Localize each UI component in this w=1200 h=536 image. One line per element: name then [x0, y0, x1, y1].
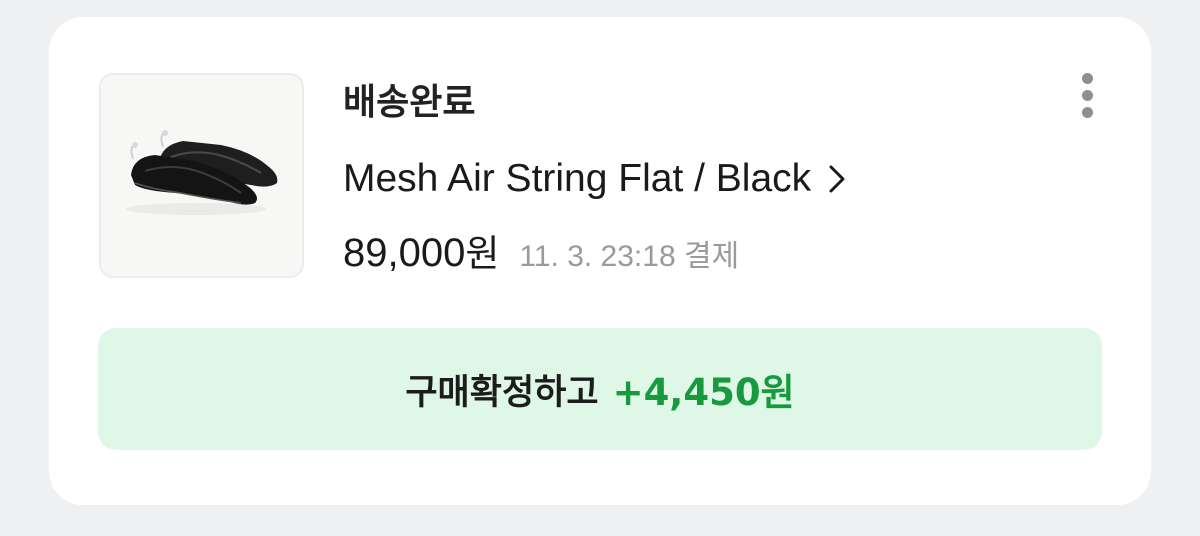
chevron-right-icon: [829, 165, 845, 193]
reward-points: +4,450원: [612, 371, 795, 414]
price-amount: 89,000: [343, 231, 466, 275]
confirm-purchase-button[interactable]: 구매확정하고 +4,450원: [98, 328, 1102, 450]
product-name: Mesh Air String Flat / Black: [343, 157, 812, 200]
shoe-image: [126, 130, 278, 215]
payment-datetime: 11. 3. 23:18 결제: [519, 240, 740, 273]
price-unit: 원: [465, 232, 500, 275]
confirm-purchase-label: 구매확정하고: [405, 372, 599, 413]
delivery-status: 배송완료: [343, 82, 476, 123]
order-card: 배송완료 Mesh Air String Flat / Black 89,000…: [49, 17, 1151, 505]
product-title-link[interactable]: Mesh Air String Flat / Black: [343, 155, 847, 203]
more-options-button[interactable]: [1073, 71, 1103, 121]
product-thumbnail[interactable]: [99, 73, 304, 278]
price-row: 89,000 원 11. 3. 23:18 결제: [343, 223, 739, 277]
